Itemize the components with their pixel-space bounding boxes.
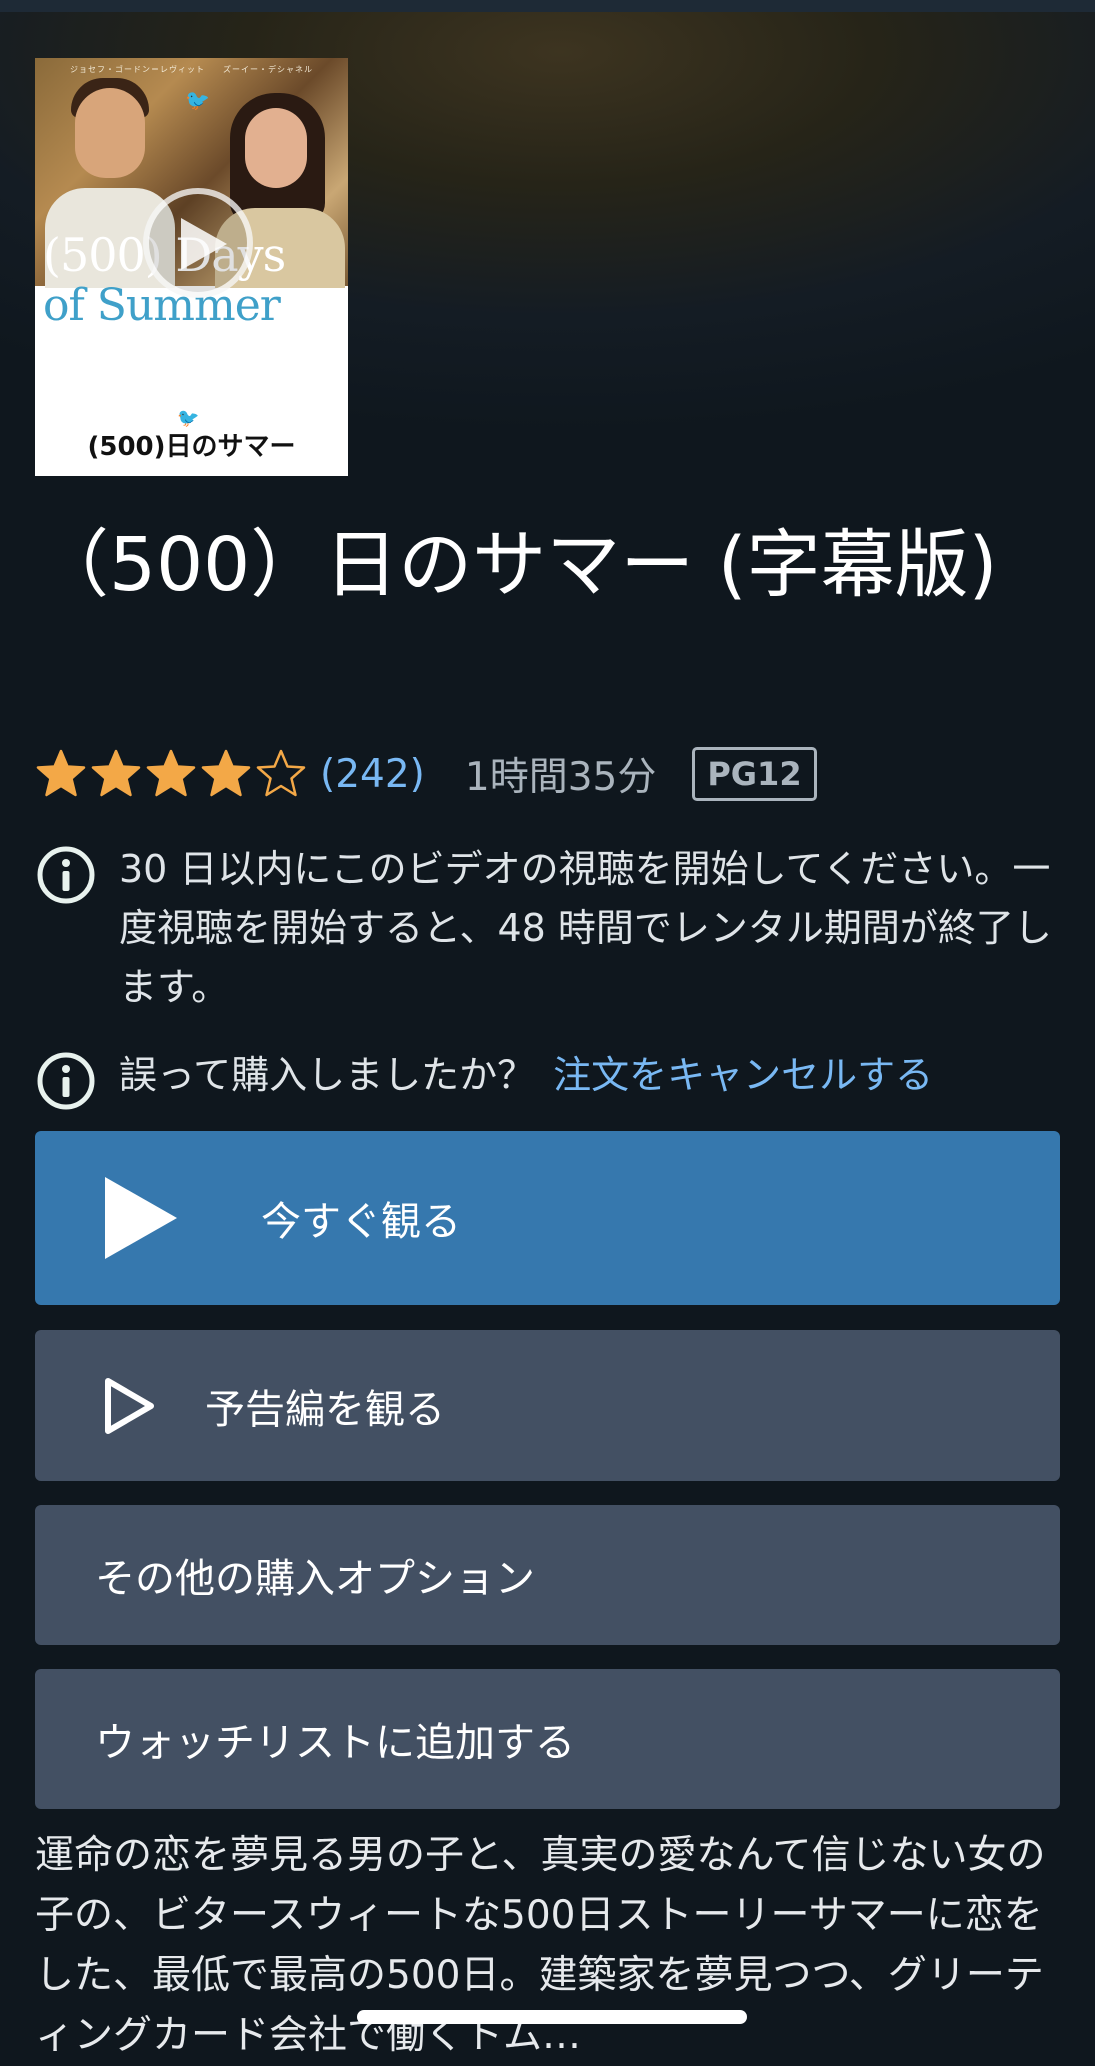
watch-trailer-button[interactable]: 予告編を観る [35,1330,1060,1481]
info-icon [37,1052,95,1110]
add-to-watchlist-label: ウォッチリストに追加する [95,1720,575,1766]
watch-now-label: 今すぐ観る [261,1199,461,1245]
add-to-watchlist-button[interactable]: ウォッチリストに追加する [35,1669,1060,1809]
star-filled-icon [91,749,141,797]
more-purchase-options-label: その他の購入オプション [95,1556,535,1602]
bird-icon: 🐦 [185,88,210,112]
poster-credits: ジョセフ・ゴードン＝レヴィット ズーイー・デシャネル [70,65,313,74]
star-empty-icon [256,749,306,797]
watch-now-button[interactable]: 今すぐ観る [35,1131,1060,1305]
poster-title-en-line2: of Summer [43,280,281,331]
star-rating[interactable] [35,748,310,800]
home-indicator[interactable] [357,2010,747,2024]
play-outline-icon [105,1377,154,1434]
poster-title-jp: (500)日のサマー [87,432,296,462]
cancel-order-notice: 誤って購入しましたか？ 注文をキャンセルする [35,1046,1065,1112]
poster-figure-left-face [75,88,145,178]
watch-trailer-label: 予告編を観る [205,1386,445,1433]
content-rating-badge: PG12 [692,747,817,801]
poster-figure-right-face [245,108,307,188]
movie-meta-row: (242) 1時間35分 PG12 [35,746,817,802]
rental-info-text: 30 日以内にこのビデオの視聴を開始してください。一度視聴を開始すると、48 時… [119,847,1052,1009]
star-filled-icon [146,749,196,797]
mistake-prompt: 誤って購入しましたか？ [119,1053,536,1097]
star-filled-icon [36,749,86,797]
info-icon [37,846,95,904]
rental-info-notice: 30 日以内にこのビデオの視聴を開始してください。一度視聴を開始すると、48 時… [35,840,1065,1017]
movie-poster[interactable]: 🐦 ジョセフ・ゴードン＝レヴィット ズーイー・デシャネル (500) Days … [35,58,348,476]
review-count-link[interactable]: (242) [320,752,425,797]
play-icon [105,1177,177,1259]
runtime: 1時間35分 [464,755,657,800]
status-bar-edge [0,0,1095,12]
movie-description[interactable]: 運命の恋を夢見る男の子と、真実の愛なんて信じない女の子の、ビタースウィートな50… [35,1826,1065,2066]
more-purchase-options-button[interactable]: その他の購入オプション [35,1505,1060,1645]
star-filled-icon [201,749,251,797]
play-icon [181,218,227,270]
movie-title: （500）日のサマー (字幕版) [35,522,998,608]
play-trailer-overlay[interactable] [143,188,253,298]
cancel-order-link[interactable]: 注文をキャンセルする [553,1053,933,1097]
